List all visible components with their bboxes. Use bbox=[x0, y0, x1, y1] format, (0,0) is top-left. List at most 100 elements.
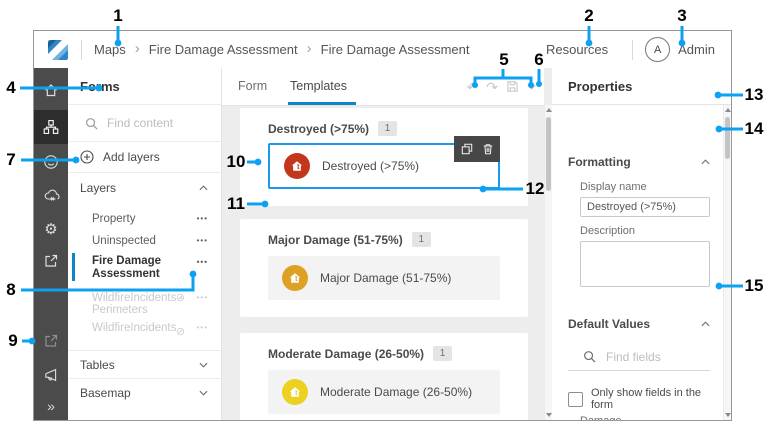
callout-number: 6 bbox=[534, 50, 544, 69]
chevron-down-icon bbox=[199, 362, 208, 368]
options-menu-icon[interactable]: ••• bbox=[197, 292, 208, 304]
callout-number: 10 bbox=[226, 152, 246, 171]
damage-field-label: Damage bbox=[580, 415, 622, 420]
options-menu-icon[interactable]: ••• bbox=[197, 208, 208, 230]
callout-number: 12 bbox=[525, 179, 545, 198]
app-window: Maps › Fire Damage Assessment › Fire Dam… bbox=[33, 30, 732, 421]
chevron-down-icon bbox=[199, 390, 208, 396]
share-icon[interactable] bbox=[34, 244, 68, 278]
display-name-input[interactable] bbox=[580, 197, 710, 217]
options-menu-icon[interactable]: ••• bbox=[197, 318, 208, 338]
default-values-section-header[interactable]: Default Values bbox=[568, 317, 710, 331]
chevron-up-icon bbox=[199, 185, 208, 191]
template-label: Moderate Damage (26-50%) bbox=[320, 385, 473, 399]
offline-cloud-icon[interactable] bbox=[34, 179, 68, 213]
arcgis-logo-icon bbox=[48, 39, 68, 60]
trash-icon[interactable] bbox=[482, 143, 494, 155]
double-chevron-icon[interactable]: » bbox=[34, 389, 68, 420]
chevron-right-icon: › bbox=[134, 40, 140, 57]
forms-icon[interactable] bbox=[34, 110, 68, 144]
open-in-new-icon[interactable] bbox=[34, 324, 68, 358]
scroll-up-arrow[interactable] bbox=[724, 108, 731, 112]
template-tile-destroyed[interactable]: Destroyed (>75%) bbox=[268, 136, 500, 189]
only-show-fields-checkbox[interactable] bbox=[568, 391, 583, 407]
description-textarea[interactable] bbox=[580, 241, 710, 287]
find-fields-search[interactable]: Find fields bbox=[568, 343, 710, 371]
divider bbox=[632, 39, 634, 60]
formatting-section-header[interactable]: Formatting bbox=[568, 155, 710, 169]
scroll-up-arrow[interactable] bbox=[545, 108, 552, 112]
callout-number: 14 bbox=[744, 119, 764, 138]
template-count-badge: 1 bbox=[433, 346, 453, 361]
templates-scrollbar[interactable] bbox=[544, 105, 552, 420]
basemap-section-header[interactable]: Basemap bbox=[68, 378, 221, 406]
smiley-icon[interactable] bbox=[34, 145, 68, 179]
forms-panel-title: Forms bbox=[80, 78, 120, 94]
group-title: Major Damage (51-75%) bbox=[268, 232, 403, 247]
options-menu-icon[interactable]: ••• bbox=[197, 230, 208, 252]
home-icon[interactable] bbox=[34, 73, 68, 107]
no-edit-icon: ⊘ bbox=[175, 326, 185, 338]
checkbox-label: Only show fields in the form bbox=[591, 387, 702, 411]
options-menu-icon[interactable]: ••• bbox=[197, 256, 208, 269]
no-edit-icon: ⊘ bbox=[175, 292, 185, 304]
user-menu[interactable]: Admin bbox=[678, 42, 715, 57]
search-placeholder: Find fields bbox=[606, 349, 661, 364]
scroll-down-arrow[interactable] bbox=[724, 413, 731, 417]
layer-item-property[interactable]: Property ••• bbox=[68, 208, 221, 230]
callout-number: 8 bbox=[6, 280, 16, 299]
gear-icon[interactable]: ⚙ bbox=[34, 212, 68, 246]
template-label: Major Damage (51-75%) bbox=[320, 271, 452, 285]
chevron-down-icon[interactable] bbox=[527, 84, 536, 90]
template-tile-moderate[interactable]: Moderate Damage (26-50%) bbox=[268, 370, 500, 414]
major-damage-symbol-icon bbox=[282, 265, 308, 291]
template-group-major: Major Damage (51-75%) 1 Major Damage (51… bbox=[240, 219, 528, 317]
megaphone-icon[interactable] bbox=[34, 358, 68, 392]
group-title: Destroyed (>75%) bbox=[268, 121, 370, 136]
scrollbar-thumb[interactable] bbox=[725, 117, 730, 159]
search-placeholder: Find content bbox=[107, 116, 174, 130]
breadcrumb-maps[interactable]: Maps bbox=[94, 42, 126, 57]
chevron-up-icon bbox=[701, 159, 710, 165]
properties-panel-title: Properties bbox=[568, 78, 633, 94]
scroll-down-arrow[interactable] bbox=[545, 413, 552, 417]
search-icon bbox=[86, 117, 98, 129]
template-tile-major[interactable]: Major Damage (51-75%) bbox=[268, 256, 500, 300]
destroyed-symbol-icon bbox=[284, 153, 310, 179]
editor-panel: Form Templates ↶ ↷ Destroyed (>75%) 1 De… bbox=[222, 68, 552, 420]
active-tab-indicator bbox=[288, 102, 356, 105]
redo-icon[interactable]: ↷ bbox=[486, 80, 498, 94]
callout-number: 1 bbox=[113, 6, 123, 25]
avatar[interactable]: A bbox=[645, 37, 671, 62]
tab-templates[interactable]: Templates bbox=[290, 68, 347, 105]
save-icon[interactable] bbox=[506, 80, 519, 93]
layer-item-wildfire-incidents: WildfireIncidents ⊘ ••• bbox=[68, 318, 221, 338]
breadcrumb-form-name: Fire Damage Assessment bbox=[320, 42, 470, 57]
template-group-moderate: Moderate Damage (26-50%) 1 Moderate Dama… bbox=[240, 333, 528, 420]
scrollbar-thumb[interactable] bbox=[546, 117, 551, 191]
properties-panel: Properties Formatting Display name Descr… bbox=[552, 68, 731, 420]
find-content-search[interactable]: Find content bbox=[68, 105, 221, 142]
layers-section-header[interactable]: Layers bbox=[68, 173, 221, 203]
template-group-destroyed: Destroyed (>75%) 1 Destroyed (>75%) bbox=[240, 108, 528, 206]
callout-number: 4 bbox=[6, 78, 16, 97]
add-layers-button[interactable]: Add layers bbox=[68, 142, 221, 173]
display-name-label: Display name bbox=[580, 181, 647, 193]
undo-icon[interactable]: ↶ bbox=[467, 80, 479, 94]
duplicate-icon[interactable] bbox=[461, 143, 473, 155]
callout-number: 9 bbox=[8, 331, 18, 350]
properties-scrollbar[interactable] bbox=[723, 105, 731, 420]
callout-number: 5 bbox=[499, 50, 509, 69]
breadcrumb-map-name[interactable]: Fire Damage Assessment bbox=[149, 42, 298, 57]
divider bbox=[81, 39, 82, 60]
callout-number: 7 bbox=[6, 150, 16, 169]
layer-item-uninspected[interactable]: Uninspected ••• bbox=[68, 230, 221, 252]
resources-link[interactable]: Resources bbox=[546, 42, 608, 57]
chevron-up-icon bbox=[701, 321, 710, 327]
callout-number: 3 bbox=[677, 6, 687, 25]
tab-form[interactable]: Form bbox=[238, 68, 267, 105]
layer-item-fire-damage-assessment[interactable]: Fire Damage Assessment ••• bbox=[68, 252, 221, 284]
tile-action-toolbar bbox=[454, 136, 500, 162]
tables-section-header[interactable]: Tables bbox=[68, 350, 221, 378]
callout-number: 2 bbox=[584, 6, 594, 25]
